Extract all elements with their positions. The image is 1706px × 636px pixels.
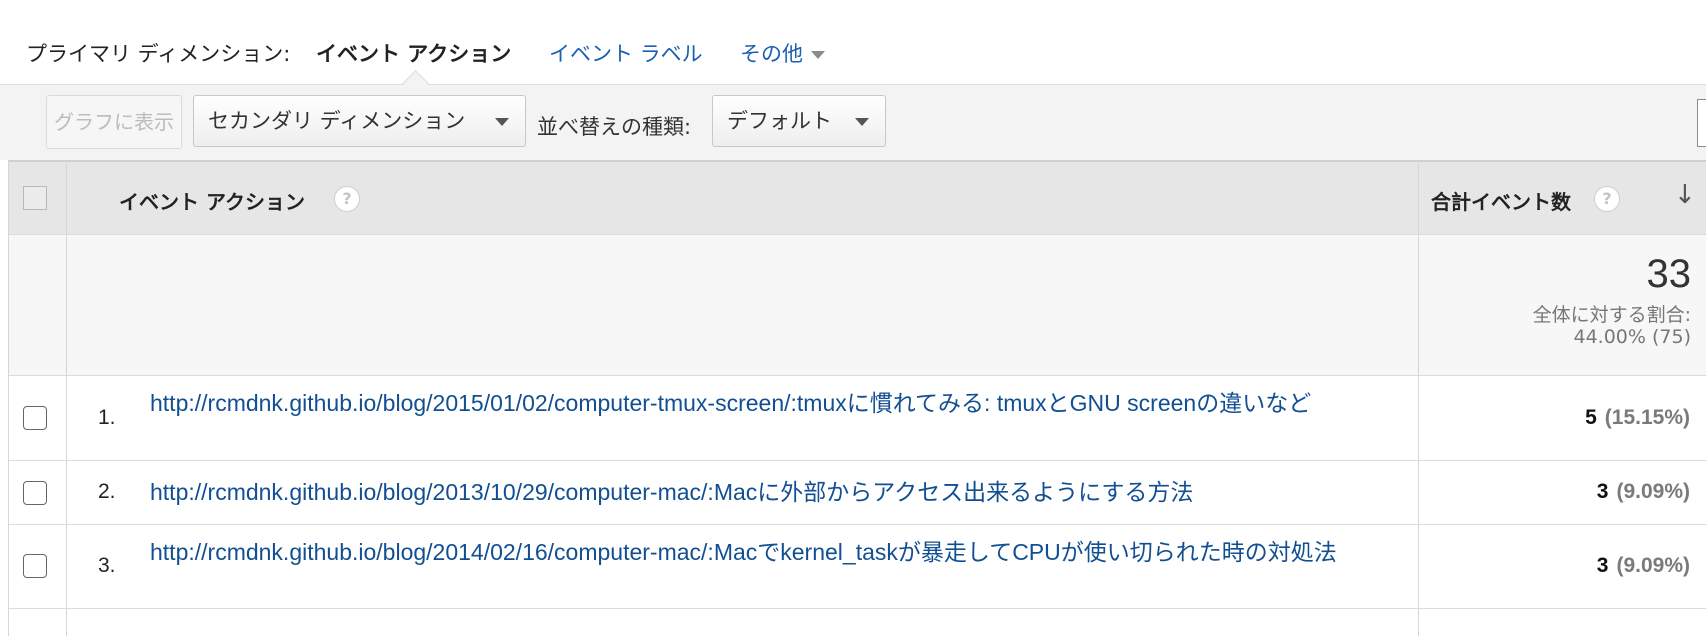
row-divider bbox=[9, 375, 1706, 376]
primary-dimension-current[interactable]: イベント アクション bbox=[316, 38, 511, 68]
table-toolbar: グラフに表示 セカンダリ ディメンション 並べ替えの種類: デフォルト bbox=[0, 85, 1706, 160]
row-divider bbox=[9, 524, 1706, 525]
row-divider bbox=[9, 460, 1706, 461]
sort-type-select[interactable]: デフォルト bbox=[712, 95, 886, 147]
row-percent: (9.09%) bbox=[1616, 480, 1690, 503]
row-divider bbox=[9, 608, 1706, 609]
data-table: イベント アクション ? 合計イベント数 ? ↓ 33 全体に対する割合: 44… bbox=[8, 160, 1706, 636]
event-action-link[interactable]: http://rcmdnk.github.io/blog/2014/02/16/… bbox=[150, 537, 1400, 567]
row-index: 3. bbox=[98, 554, 116, 577]
row-value: 3 (9.09%) bbox=[1597, 554, 1690, 578]
sort-type-label: 並べ替えの種類: bbox=[537, 115, 692, 139]
row-checkbox[interactable] bbox=[23, 406, 47, 430]
row-divider bbox=[9, 234, 1706, 235]
summary-ratio-value: 44.00% (75) bbox=[1573, 326, 1692, 348]
column-divider bbox=[1418, 160, 1419, 636]
dimension-link-other[interactable]: その他 bbox=[740, 38, 825, 68]
select-all-checkbox[interactable] bbox=[23, 186, 47, 210]
row-index: 2. bbox=[98, 480, 116, 503]
summary-ratio-label: 全体に対する割合: bbox=[1532, 304, 1691, 326]
row-count: 3 bbox=[1596, 480, 1609, 503]
view-toggle-button[interactable] bbox=[1697, 99, 1706, 147]
plot-graph-button[interactable]: グラフに表示 bbox=[46, 95, 182, 149]
event-action-link[interactable]: http://rcmdnk.github.io/blog/2013/10/29/… bbox=[150, 477, 1400, 507]
table-row: 3. http://rcmdnk.github.io/blog/2014/02/… bbox=[9, 525, 1706, 608]
primary-dimension-label: プライマリ ディメンション: bbox=[26, 42, 291, 66]
chevron-down-icon bbox=[855, 118, 869, 126]
row-index: 1. bbox=[98, 406, 116, 429]
help-icon[interactable]: ? bbox=[334, 186, 360, 212]
row-checkbox[interactable] bbox=[23, 554, 47, 578]
row-count: 5 bbox=[1585, 406, 1597, 429]
table-row: 2. http://rcmdnk.github.io/blog/2013/10/… bbox=[9, 461, 1706, 524]
help-icon[interactable]: ? bbox=[1594, 186, 1620, 212]
table-header: イベント アクション ? 合計イベント数 ? ↓ bbox=[9, 160, 1706, 234]
secondary-dimension-label: セカンダリ ディメンション bbox=[208, 109, 466, 133]
dimension-link-other-label: その他 bbox=[740, 42, 803, 66]
column-header-event-action[interactable]: イベント アクション bbox=[119, 186, 305, 215]
secondary-dimension-select[interactable]: セカンダリ ディメンション bbox=[193, 95, 526, 147]
column-divider bbox=[66, 160, 67, 636]
chevron-down-icon bbox=[811, 51, 825, 59]
row-value: 3 (9.09%) bbox=[1597, 480, 1690, 504]
column-header-total-events[interactable]: 合計イベント数 bbox=[1431, 186, 1571, 215]
row-percent: (9.09%) bbox=[1616, 554, 1690, 577]
row-value: 5 (15.15%) bbox=[1585, 406, 1690, 430]
summary-row: 33 全体に対する割合: 44.00% (75) bbox=[9, 234, 1706, 376]
event-action-link[interactable]: http://rcmdnk.github.io/blog/2015/01/02/… bbox=[150, 388, 1400, 418]
table-row: 1. http://rcmdnk.github.io/blog/2015/01/… bbox=[9, 376, 1706, 460]
chevron-down-icon bbox=[495, 118, 509, 126]
primary-dimension-bar: プライマリ ディメンション: イベント アクション イベント ラベル その他 bbox=[0, 0, 1706, 85]
sort-descending-icon[interactable]: ↓ bbox=[1674, 180, 1696, 210]
sort-type-value: デフォルト bbox=[727, 109, 832, 133]
row-checkbox[interactable] bbox=[23, 481, 47, 505]
dimension-link-event-label[interactable]: イベント ラベル bbox=[549, 38, 703, 68]
summary-total: 33 bbox=[1646, 252, 1692, 296]
row-percent: (15.15%) bbox=[1604, 406, 1690, 429]
row-count: 3 bbox=[1596, 554, 1609, 577]
